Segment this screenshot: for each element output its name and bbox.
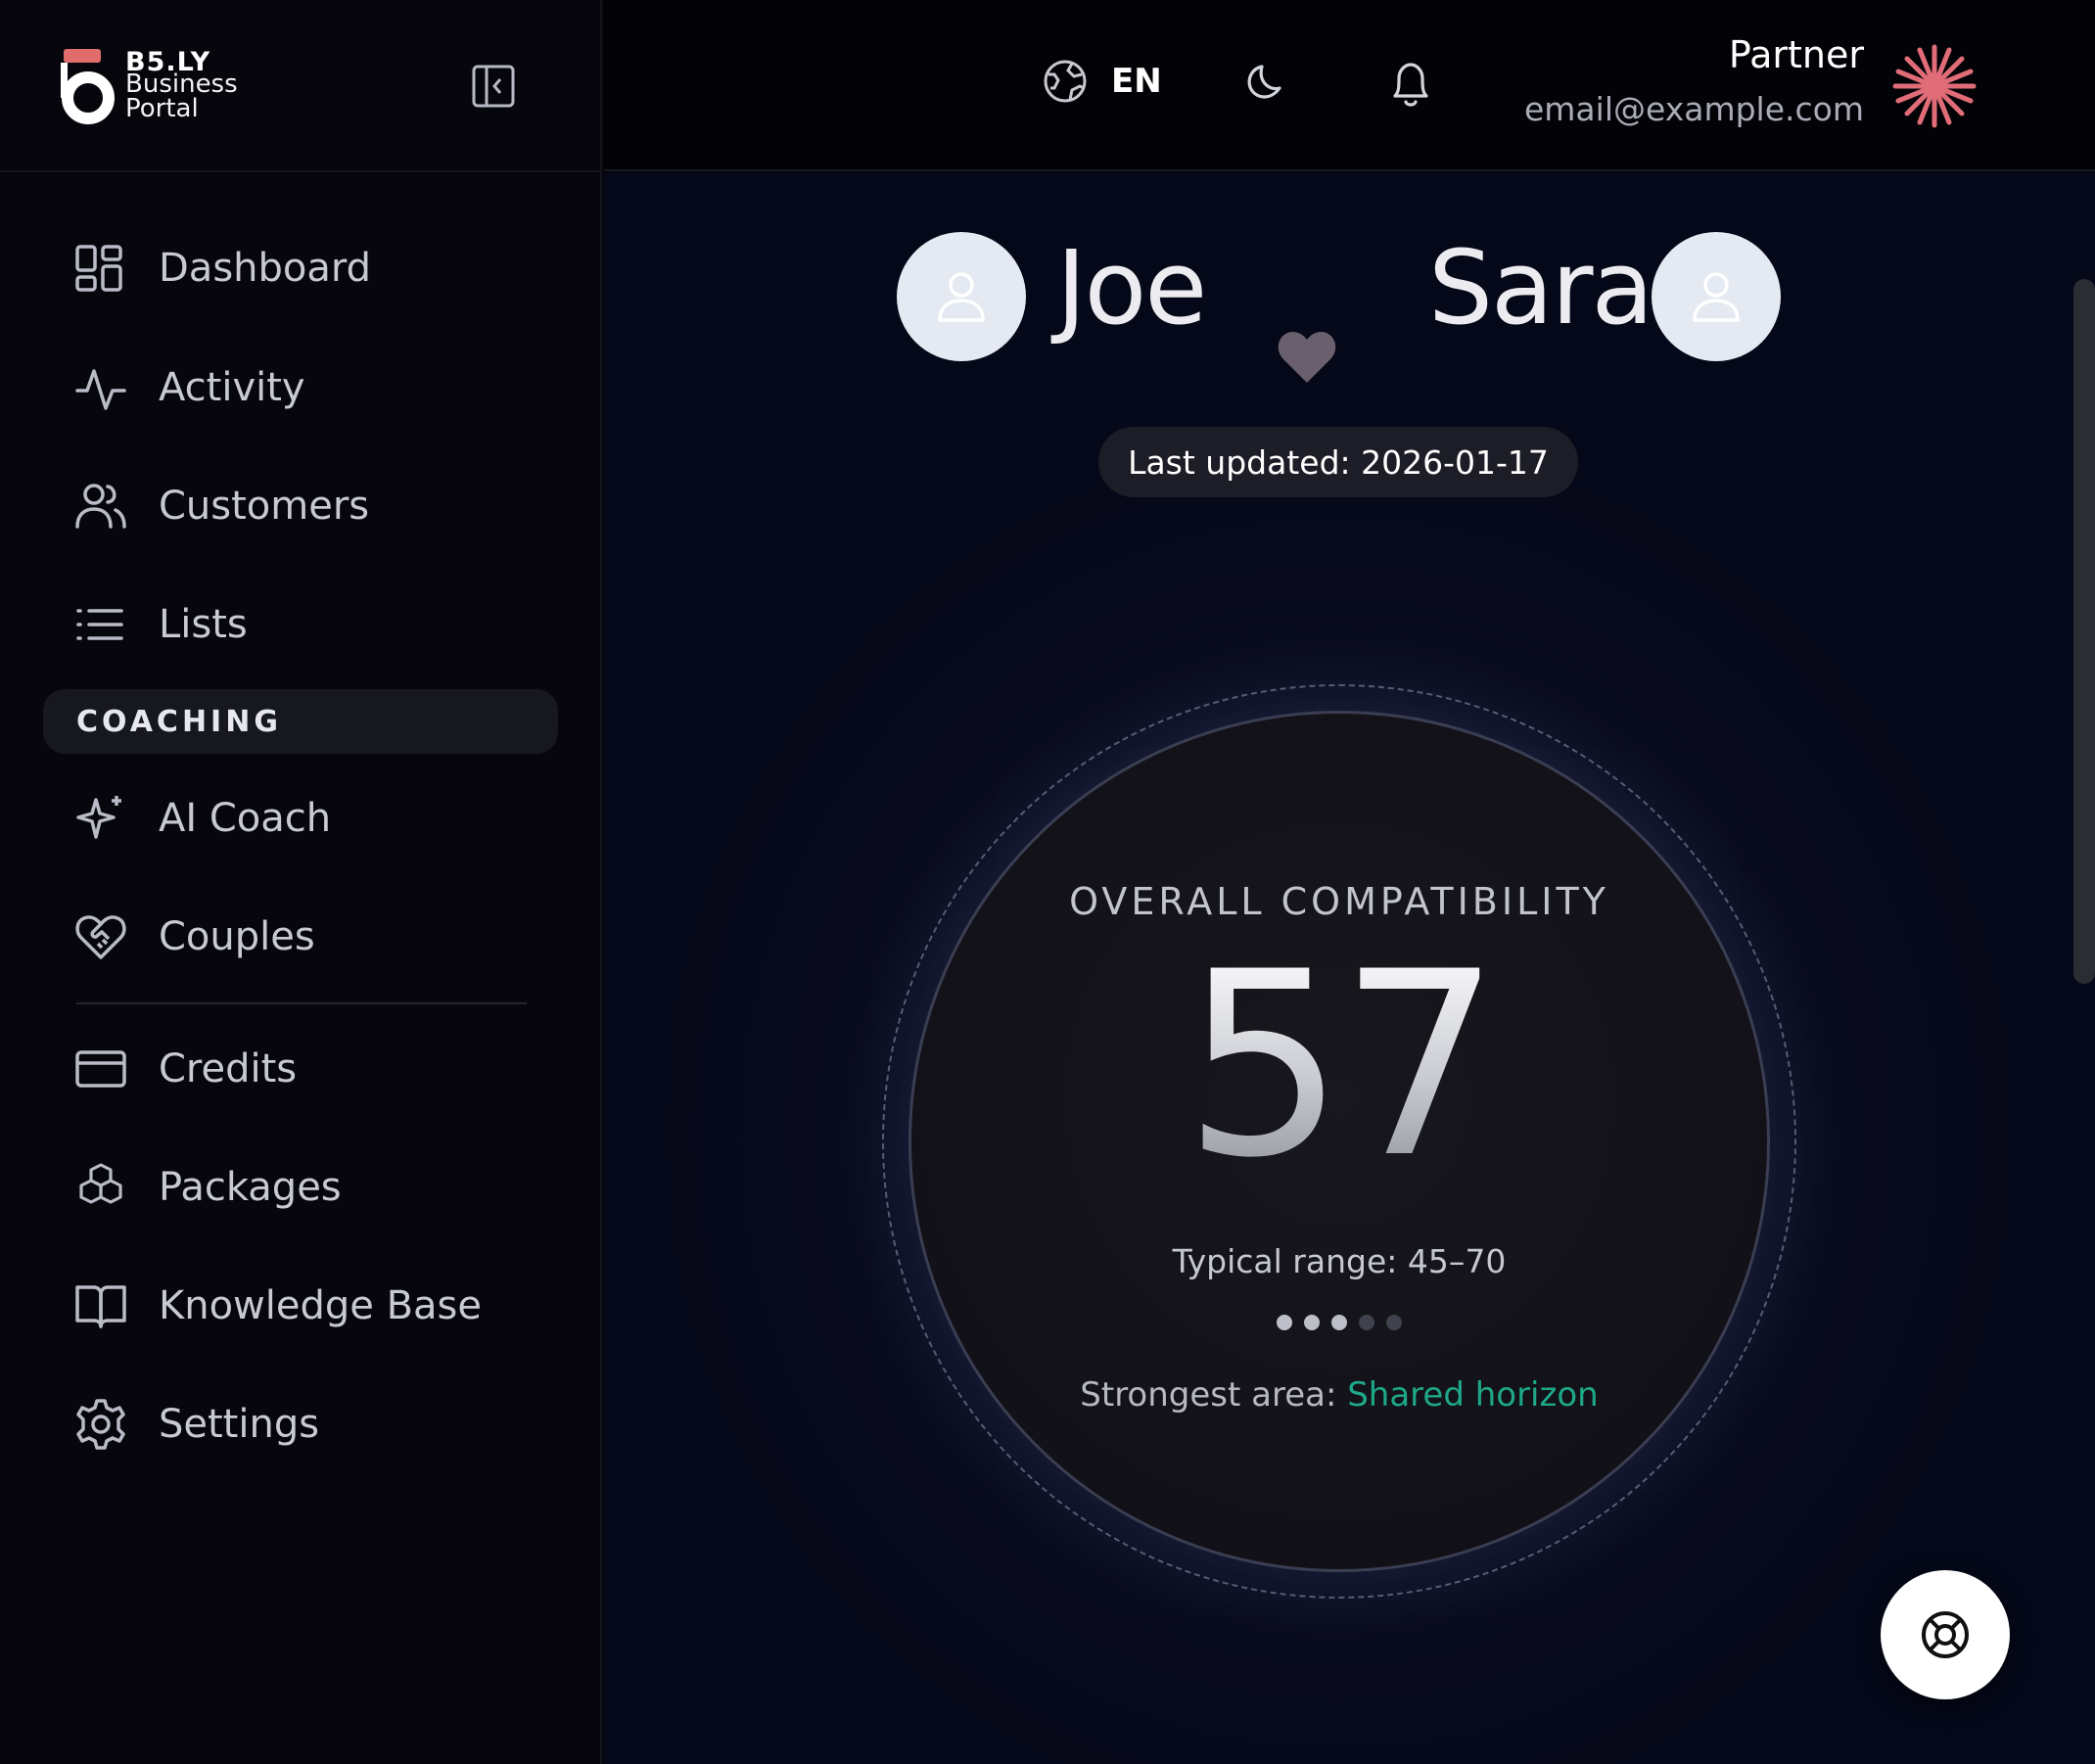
sidebar-item-customers[interactable]: Customers (74, 477, 544, 535)
notifications-button[interactable] (1387, 57, 1434, 114)
sidebar-item-label: Dashboard (159, 246, 372, 291)
level-dot-empty (1359, 1315, 1374, 1330)
theme-toggle-button[interactable] (1244, 61, 1287, 108)
partner-b-name: Sara (1428, 228, 1653, 348)
sidebar-item-label: Couples (159, 914, 315, 959)
logo-icon (61, 49, 115, 124)
asterisk-avatar-icon (1892, 44, 1977, 128)
sidebar-item-label: Packages (159, 1165, 342, 1210)
user-silhouette-icon (938, 272, 985, 322)
globe-icon (1044, 60, 1087, 103)
compatibility-title: OVERALL COMPATIBILITY (1069, 880, 1609, 923)
level-dot-empty (1386, 1315, 1402, 1330)
sidebar: B5.LY Business Portal Dashboard Activity… (0, 0, 602, 1764)
sidebar-item-settings[interactable]: Settings (74, 1395, 544, 1454)
sidebar-item-packages[interactable]: Packages (74, 1158, 544, 1217)
sidebar-item-label: Lists (159, 602, 248, 647)
dashboard-grid-icon (74, 241, 129, 296)
top-header: EN Partner email@example.com (604, 0, 2095, 171)
user-email: email@example.com (1523, 90, 1864, 128)
moon-icon (1247, 65, 1281, 99)
user-name: Partner (1728, 33, 1864, 76)
partner-a-avatar (897, 232, 1026, 361)
section-label: COACHING (76, 704, 282, 739)
main-content: Joe Sara Last updated: 2026-01-17 OVERAL… (604, 173, 2095, 1764)
language-label: EN (1111, 62, 1162, 101)
strongest-area-label: Strongest area: (1080, 1375, 1337, 1415)
sidebar-item-ai-coach[interactable]: AI Coach (74, 789, 544, 848)
user-silhouette-icon (1693, 272, 1740, 322)
heart-handshake-icon (74, 909, 129, 964)
compatibility-card: OVERALL COMPATIBILITY 57 Typical range: … (908, 711, 1770, 1572)
sidebar-item-label: Credits (159, 1046, 298, 1091)
sidebar-item-activity[interactable]: Activity (74, 358, 544, 417)
collapse-sidebar-button[interactable] (470, 63, 517, 110)
sparkles-icon (74, 791, 129, 846)
level-dot-filled (1331, 1315, 1347, 1330)
bell-icon (1393, 63, 1428, 107)
gear-icon (74, 1397, 129, 1452)
book-open-icon (74, 1278, 129, 1333)
level-dot-filled (1304, 1315, 1320, 1330)
sidebar-item-couples[interactable]: Couples (74, 907, 544, 966)
sidebar-item-label: Settings (159, 1402, 320, 1447)
sidebar-item-label: Customers (159, 484, 370, 529)
nav-divider (76, 1002, 527, 1004)
sidebar-item-knowledge-base[interactable]: Knowledge Base (74, 1277, 544, 1335)
boxes-icon (74, 1160, 129, 1215)
panel-collapse-icon (472, 65, 515, 108)
couple-header: Joe Sara (604, 228, 2095, 383)
sidebar-item-lists[interactable]: Lists (74, 595, 544, 654)
typical-range: Typical range: 45–70 (1172, 1242, 1507, 1280)
compatibility-score: 57 (911, 939, 1767, 1193)
scrollbar[interactable] (2073, 279, 2095, 984)
brand-subtitle: Business Portal (125, 70, 238, 123)
partner-b-avatar (1652, 232, 1781, 361)
brand[interactable]: B5.LY Business Portal (61, 47, 256, 125)
sidebar-header-divider (0, 170, 602, 172)
users-icon (74, 479, 129, 534)
partner-a-name: Joe (1056, 228, 1207, 348)
strongest-area: Strongest area: Shared horizon (911, 1375, 1767, 1415)
heart-icon (1278, 331, 1336, 383)
sidebar-item-credits[interactable]: Credits (74, 1040, 544, 1098)
sidebar-item-label: AI Coach (159, 796, 332, 841)
last-updated-badge: Last updated: 2026-01-17 (1098, 427, 1578, 497)
strongest-area-value: Shared horizon (1347, 1375, 1599, 1415)
sidebar-item-dashboard[interactable]: Dashboard (74, 239, 544, 298)
sidebar-item-label: Activity (159, 365, 305, 410)
user-avatar[interactable] (1891, 43, 1978, 133)
activity-pulse-icon (74, 360, 129, 415)
sidebar-item-label: Knowledge Base (159, 1283, 482, 1328)
score-level-dots (911, 1315, 1767, 1330)
level-dot-filled (1277, 1315, 1292, 1330)
credit-card-icon (74, 1042, 129, 1096)
list-icon (74, 597, 129, 652)
help-button[interactable] (1881, 1570, 2010, 1699)
language-switcher[interactable]: EN (1043, 59, 1162, 104)
lifebuoy-icon (1922, 1611, 1969, 1658)
section-header-coaching: COACHING (43, 689, 558, 754)
